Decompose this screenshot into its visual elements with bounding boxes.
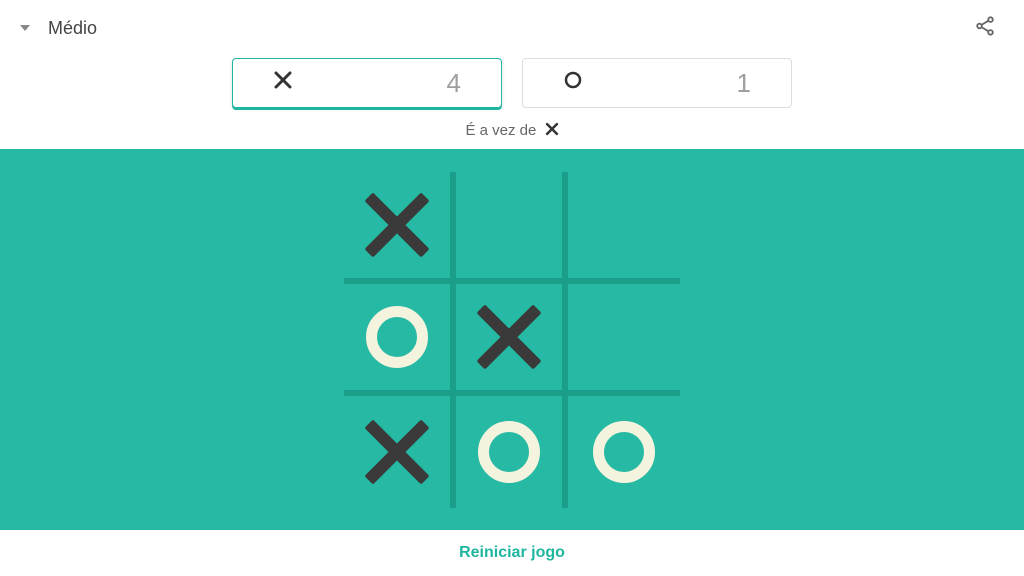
mark-o-icon	[366, 306, 428, 368]
turn-prefix: É a vez de	[465, 122, 536, 139]
mark-x-icon	[474, 302, 544, 372]
restart-button[interactable]: Reiniciar jogo	[459, 544, 565, 561]
score-o-value: 1	[737, 68, 751, 99]
mark-x-icon	[362, 417, 432, 487]
score-box-x[interactable]: 4	[232, 58, 502, 108]
cell-0[interactable]	[344, 172, 456, 284]
mark-o-icon	[478, 421, 540, 483]
difficulty-dropdown[interactable]: Médio	[20, 18, 97, 39]
cell-5[interactable]	[568, 284, 680, 396]
cell-1[interactable]	[456, 172, 568, 284]
header: Médio	[0, 0, 1024, 56]
o-icon	[563, 70, 583, 96]
score-panel: 4 1	[0, 56, 1024, 116]
chevron-down-icon	[20, 25, 30, 31]
cell-6[interactable]	[344, 396, 456, 508]
difficulty-label: Médio	[48, 18, 97, 39]
cell-2[interactable]	[568, 172, 680, 284]
turn-player-icon	[545, 122, 559, 139]
cell-8[interactable]	[568, 396, 680, 508]
score-box-o[interactable]: 1	[522, 58, 792, 108]
x-icon	[273, 70, 293, 96]
cell-3[interactable]	[344, 284, 456, 396]
restart-bar: Reiniciar jogo	[0, 530, 1024, 576]
mark-o-icon	[593, 421, 655, 483]
board	[344, 172, 680, 508]
turn-indicator: É a vez de	[0, 116, 1024, 149]
cell-4[interactable]	[456, 284, 568, 396]
board-area	[0, 149, 1024, 530]
share-icon[interactable]	[966, 7, 1004, 50]
mark-x-icon	[362, 190, 432, 260]
cell-7[interactable]	[456, 396, 568, 508]
score-x-value: 4	[447, 68, 461, 99]
